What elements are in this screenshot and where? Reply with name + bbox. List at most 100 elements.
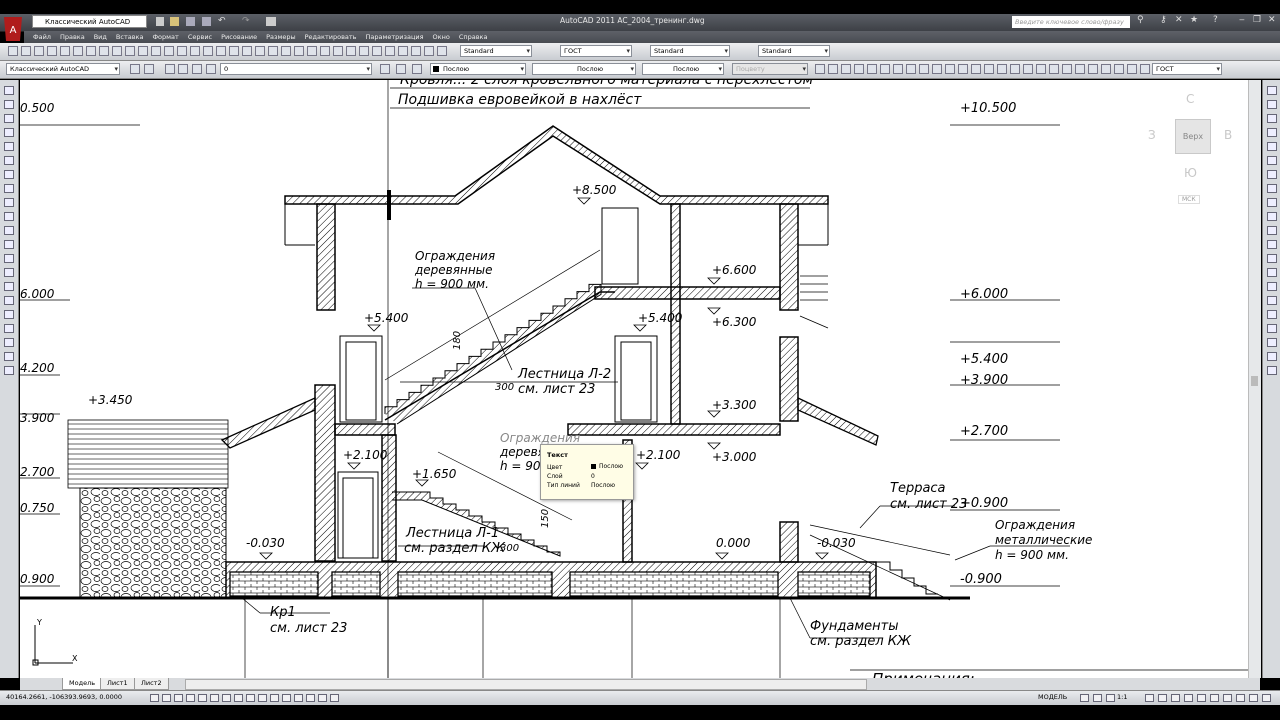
key-icon[interactable]: ⚷ (1160, 15, 1167, 25)
tab-sheet1[interactable]: Лист1 (100, 678, 135, 690)
standard-tool-icon-3[interactable] (47, 46, 57, 56)
standard-tool-icon-7[interactable] (99, 46, 109, 56)
standard-tool-icon-4[interactable] (60, 46, 70, 56)
qsave-icon[interactable] (186, 17, 195, 26)
menu-item-7[interactable]: Размеры (266, 31, 296, 43)
draw-tool-icon-6[interactable] (4, 170, 14, 179)
props-tool-icon-8[interactable] (412, 64, 422, 74)
standard-tool-icon-21[interactable] (281, 46, 291, 56)
status-toggle-icon-15[interactable] (330, 694, 339, 702)
draw-tool-icon-8[interactable] (4, 198, 14, 207)
draw-tool-icon-1[interactable] (4, 100, 14, 109)
search-input[interactable]: Введите ключевое слово/фразу (1012, 16, 1130, 28)
layer-select[interactable]: 0 (220, 63, 372, 75)
standard-tool-icon-2[interactable] (34, 46, 44, 56)
props-tool-icon-14[interactable] (880, 64, 890, 74)
draw-tool-icon-0[interactable] (4, 86, 14, 95)
status-toggle-icon-5[interactable] (210, 694, 219, 702)
status-right-icon-8[interactable] (1184, 694, 1193, 702)
close-icon[interactable]: ✕ (1268, 15, 1276, 25)
status-right-icon-5[interactable] (1145, 694, 1154, 702)
draw-tool-icon-5[interactable] (4, 156, 14, 165)
text-style-select[interactable]: Standard (460, 45, 532, 57)
plotstyle-select[interactable]: Поцвету (732, 63, 808, 75)
status-toggle-icon-11[interactable] (282, 694, 291, 702)
annotation-scale[interactable]: 1:1 (1117, 693, 1127, 701)
props-tool-icon-11[interactable] (841, 64, 851, 74)
props-tool-icon-17[interactable] (919, 64, 929, 74)
status-right-icon-6[interactable] (1158, 694, 1167, 702)
draw-tool-icon-12[interactable] (4, 254, 14, 263)
props-tool-icon-9[interactable] (815, 64, 825, 74)
standard-tool-icon-23[interactable] (307, 46, 317, 56)
status-right-icon-2[interactable] (1106, 694, 1115, 702)
restore-icon[interactable]: ❐ (1253, 15, 1261, 25)
props-tool-icon-18[interactable] (932, 64, 942, 74)
status-toggle-icon-9[interactable] (258, 694, 267, 702)
standard-tool-icon-17[interactable] (229, 46, 239, 56)
draw-tool-icon-14[interactable] (4, 282, 14, 291)
menu-item-4[interactable]: Формат (152, 31, 178, 43)
props-tool-icon-20[interactable] (958, 64, 968, 74)
modify-tool-icon-4[interactable] (1267, 142, 1277, 151)
props-tool-icon-5[interactable] (206, 64, 216, 74)
viewcube-east[interactable]: В (1224, 128, 1232, 142)
standard-tool-icon-9[interactable] (125, 46, 135, 56)
tab-model[interactable]: Модель (62, 678, 103, 690)
modify-tool-icon-10[interactable] (1267, 226, 1277, 235)
table-style-select[interactable]: Standard (650, 45, 730, 57)
standard-tool-icon-33[interactable] (437, 46, 447, 56)
help-icon[interactable]: ? (1213, 15, 1218, 25)
menu-item-10[interactable]: Окно (433, 31, 450, 43)
standard-tool-icon-28[interactable] (372, 46, 382, 56)
status-toggle-icon-10[interactable] (270, 694, 279, 702)
status-toggle-icon-8[interactable] (246, 694, 255, 702)
menu-item-9[interactable]: Параметризация (366, 31, 424, 43)
status-toggle-icon-12[interactable] (294, 694, 303, 702)
viewcube-north[interactable]: С (1186, 92, 1194, 106)
draw-tool-icon-7[interactable] (4, 184, 14, 193)
props-tool-icon-27[interactable] (1049, 64, 1059, 74)
standard-tool-icon-24[interactable] (320, 46, 330, 56)
modify-tool-icon-14[interactable] (1267, 282, 1277, 291)
standard-tool-icon-1[interactable] (21, 46, 31, 56)
standard-tool-icon-6[interactable] (86, 46, 96, 56)
lineweight-select[interactable]: Послою (642, 63, 724, 75)
modify-tool-icon-13[interactable] (1267, 268, 1277, 277)
standard-tool-icon-19[interactable] (255, 46, 265, 56)
modify-tool-icon-18[interactable] (1267, 338, 1277, 347)
props-tool-icon-33[interactable] (1127, 64, 1137, 74)
draw-tool-icon-9[interactable] (4, 212, 14, 221)
draw-tool-icon-15[interactable] (4, 296, 14, 305)
status-right-icon-12[interactable] (1236, 694, 1245, 702)
status-toggle-icon-6[interactable] (222, 694, 231, 702)
standard-tool-icon-14[interactable] (190, 46, 200, 56)
props-tool-icon-12[interactable] (854, 64, 864, 74)
modify-tool-icon-6[interactable] (1267, 170, 1277, 179)
undo-icon[interactable]: ↶ (218, 16, 226, 26)
props-tool-icon-15[interactable] (893, 64, 903, 74)
qopen-icon[interactable] (170, 17, 179, 26)
status-right-icon-1[interactable] (1093, 694, 1102, 702)
qnew-icon[interactable] (156, 17, 164, 26)
menu-item-1[interactable]: Правка (60, 31, 85, 43)
standard-tool-icon-27[interactable] (359, 46, 369, 56)
modify-tool-icon-7[interactable] (1267, 184, 1277, 193)
workspace-select[interactable]: Классический AutoCAD (6, 63, 120, 75)
modify-tool-icon-12[interactable] (1267, 254, 1277, 263)
draw-tool-icon-11[interactable] (4, 240, 14, 249)
menu-item-3[interactable]: Вставка (116, 31, 144, 43)
modify-tool-icon-1[interactable] (1267, 100, 1277, 109)
standard-tool-icon-0[interactable] (8, 46, 18, 56)
menu-item-0[interactable]: Файл (33, 31, 51, 43)
draw-tool-icon-19[interactable] (4, 352, 14, 361)
redo-icon[interactable]: ↷ (242, 16, 250, 26)
status-right-icon-13[interactable] (1249, 694, 1258, 702)
color-select[interactable]: Послою (430, 63, 526, 75)
vertical-scrollbar[interactable] (1248, 80, 1261, 678)
exchange-icon[interactable]: ✕ (1175, 15, 1183, 25)
props-tool-icon-4[interactable] (192, 64, 202, 74)
horizontal-scrollbar[interactable] (185, 679, 867, 690)
menu-item-11[interactable]: Справка (459, 31, 488, 43)
viewcube-west[interactable]: З (1148, 128, 1156, 142)
